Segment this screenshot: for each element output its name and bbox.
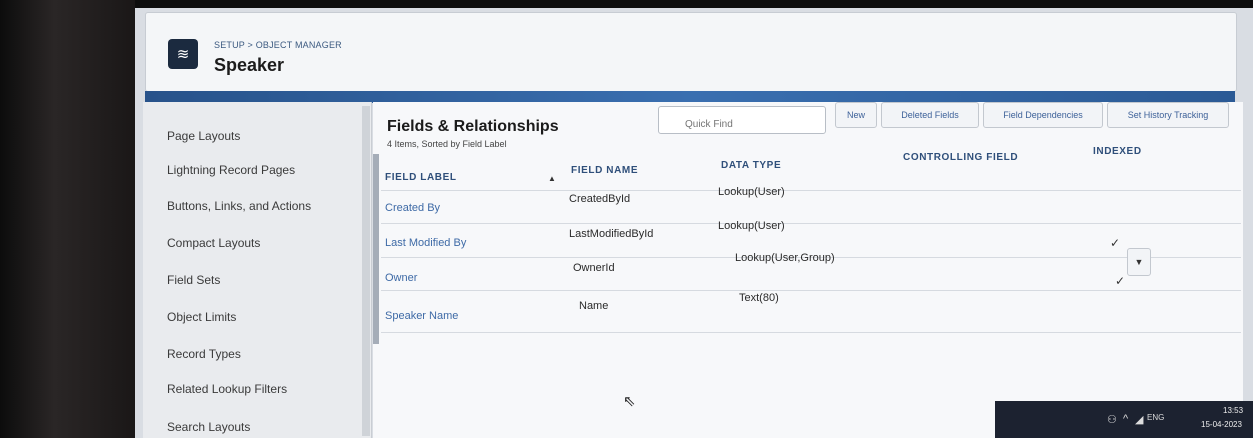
table-scrollbar[interactable] [373, 154, 379, 344]
data-type-cell: Lookup(User,Group) [735, 252, 835, 264]
sidebar-item-field-sets[interactable]: Field Sets [167, 273, 220, 287]
sidebar-item-page-layouts[interactable]: Page Layouts [167, 129, 240, 143]
breadcrumb[interactable]: SETUP > OBJECT MANAGER [214, 40, 342, 50]
sidebar-item-record-types[interactable]: Record Types [167, 347, 241, 361]
indexed-check-icon: ✓ [1115, 274, 1126, 288]
sidebar-item-object-limits[interactable]: Object Limits [167, 310, 236, 324]
header-divider [381, 190, 1241, 191]
network-icon[interactable]: ◢ [1135, 413, 1143, 426]
object-title: Speaker [214, 55, 285, 75]
field-label-owner[interactable]: Owner [385, 272, 417, 284]
sidebar-item-buttons-links-actions[interactable]: Buttons, Links, and Actions [167, 199, 311, 213]
data-type-cell: Lookup(User) [718, 186, 785, 198]
row-action-dropdown-icon[interactable]: ▼ [1127, 248, 1151, 276]
clock-time[interactable]: 13:53 [1223, 406, 1243, 415]
column-header-data-type[interactable]: DATA TYPE [721, 160, 781, 171]
indexed-check-icon: ✓ [1110, 236, 1121, 250]
language-indicator[interactable]: ENG [1147, 413, 1164, 422]
chevron-up-icon[interactable]: ^ [1123, 413, 1128, 425]
stack-icon: ≋ [168, 39, 198, 69]
field-label-created-by[interactable]: Created By [385, 202, 440, 214]
sidebar: Page Layouts Lightning Record Pages Butt… [143, 102, 372, 438]
field-name-cell: Name [579, 300, 609, 312]
row-divider [381, 290, 1241, 291]
column-header-field-name[interactable]: FIELD NAME [571, 165, 638, 176]
row-divider [381, 223, 1241, 224]
column-header-controlling-field[interactable]: CONTROLLING FIELD [903, 152, 1018, 163]
set-history-tracking-button[interactable]: Set History Tracking [1107, 102, 1229, 128]
column-header-indexed[interactable]: INDEXED [1093, 146, 1142, 157]
quick-find-input[interactable] [658, 106, 826, 134]
item-count: 4 Items, Sorted by Field Label [387, 139, 507, 149]
column-header-field-label[interactable]: FIELD LABEL [385, 172, 457, 183]
row-divider [381, 332, 1241, 333]
sidebar-item-lightning-record-pages[interactable]: Lightning Record Pages [167, 163, 295, 177]
data-type-cell: Lookup(User) [718, 220, 785, 232]
object-header: ≋ SETUP > OBJECT MANAGER Speaker [145, 12, 1237, 92]
deleted-fields-button[interactable]: Deleted Fields [881, 102, 979, 128]
mouse-cursor-icon: ⇖ [623, 393, 636, 410]
field-label-last-modified-by[interactable]: Last Modified By [385, 237, 466, 249]
clock-date[interactable]: 15-04-2023 [1201, 420, 1242, 429]
sort-ascending-icon[interactable]: ▲ [548, 174, 556, 183]
screen: ≋ SETUP > OBJECT MANAGER Speaker Page La… [135, 8, 1253, 438]
field-name-cell: CreatedById [569, 193, 631, 205]
fields-relationships-panel: Fields & Relationships 4 Items, Sorted b… [373, 102, 1243, 438]
field-name-cell: LastModifiedById [569, 228, 654, 240]
sidebar-item-compact-layouts[interactable]: Compact Layouts [167, 236, 260, 250]
sidebar-scrollbar[interactable] [362, 106, 370, 436]
sidebar-item-search-layouts[interactable]: Search Layouts [167, 420, 250, 434]
data-type-cell: Text(80) [739, 292, 779, 304]
windows-taskbar: ⚇ ^ ◢ ENG 13:53 15-04-2023 [995, 401, 1253, 438]
people-icon[interactable]: ⚇ [1107, 413, 1117, 426]
monitor-bezel-left [0, 0, 135, 438]
page-title: Fields & Relationships [387, 118, 559, 135]
field-label-speaker-name[interactable]: Speaker Name [385, 310, 458, 322]
sidebar-item-related-lookup-filters[interactable]: Related Lookup Filters [167, 382, 287, 396]
field-dependencies-button[interactable]: Field Dependencies [983, 102, 1103, 128]
field-name-cell: OwnerId [573, 262, 615, 274]
new-button[interactable]: New [835, 102, 877, 128]
